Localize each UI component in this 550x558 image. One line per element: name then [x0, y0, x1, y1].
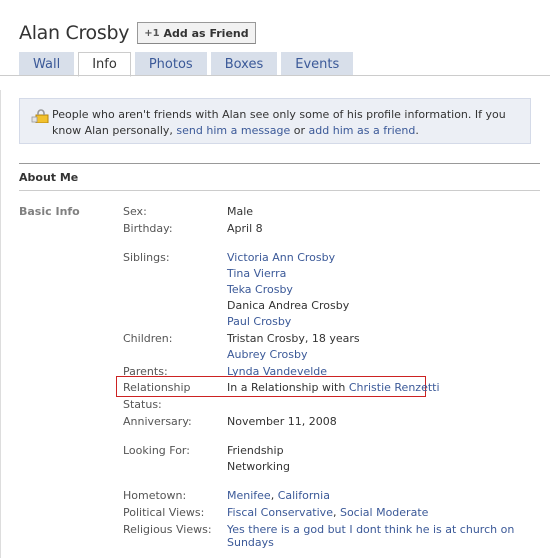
sibling-name: Danica Andrea Crosby: [227, 299, 350, 312]
religious-label: Religious Views:: [123, 523, 212, 536]
sex-value: Male: [227, 205, 254, 218]
tab-boxes[interactable]: Boxes: [210, 52, 278, 75]
sibling-link[interactable]: Teka Crosby: [227, 283, 293, 296]
looking-for-value: Friendship: [227, 444, 284, 457]
political-label: Political Views:: [123, 506, 205, 519]
anniversary-label: Anniversary:: [123, 415, 192, 428]
children-label: Children:: [123, 332, 173, 345]
send-message-link[interactable]: send him a message: [176, 124, 290, 137]
relationship-value: In a Relationship with Christie Renzetti: [227, 381, 440, 394]
hometown-separator: ,: [270, 489, 278, 502]
hometown-state-link[interactable]: California: [278, 489, 330, 502]
basic-info-label: Basic Info: [19, 205, 80, 218]
child-name: Tristan Crosby, 18 years: [227, 332, 360, 345]
political-link[interactable]: Social Moderate: [340, 506, 428, 519]
political-separator: ,: [332, 506, 340, 519]
add-friend-label: Add as Friend: [163, 26, 249, 40]
anniversary-value: November 11, 2008: [227, 415, 337, 428]
partner-link[interactable]: Christie Renzetti: [349, 381, 440, 394]
sex-label: Sex:: [123, 205, 147, 218]
notice-text-part: .: [415, 124, 419, 137]
religious-link[interactable]: Yes there is a god but I dont think he i…: [227, 523, 550, 549]
tab-divider: [0, 75, 550, 76]
sibling-link[interactable]: Tina Vierra: [227, 267, 286, 280]
sibling-link[interactable]: Paul Crosby: [227, 315, 291, 328]
child-link[interactable]: Aubrey Crosby: [227, 348, 307, 361]
lock-icon: [31, 109, 49, 123]
add-friend-link[interactable]: add him as a friend: [309, 124, 416, 137]
notice-text-part: or: [290, 124, 309, 137]
siblings-label: Siblings:: [123, 251, 170, 264]
sibling-link[interactable]: Victoria Ann Crosby: [227, 251, 335, 264]
tab-photos[interactable]: Photos: [134, 52, 207, 75]
notice-text: People who aren't friends with Alan see …: [52, 107, 526, 139]
birthday-value: April 8: [227, 222, 263, 235]
tab-info[interactable]: Info: [78, 52, 131, 77]
hometown-value: Menifee, California: [227, 489, 330, 502]
hometown-label: Hometown:: [123, 489, 187, 502]
section-divider: [19, 190, 540, 191]
add-friend-button[interactable]: +1 Add as Friend: [137, 22, 256, 44]
status-label: Status:: [123, 398, 162, 411]
looking-for-label: Looking For:: [123, 444, 190, 457]
add-friend-icon: +1: [144, 27, 160, 39]
profile-header: Alan Crosby +1 Add as Friend: [19, 20, 256, 46]
tab-wall[interactable]: Wall: [19, 52, 75, 75]
profile-name: Alan Crosby: [19, 22, 130, 44]
tab-events[interactable]: Events: [281, 52, 354, 75]
privacy-notice: People who aren't friends with Alan see …: [19, 98, 531, 144]
profile-tabs: Wall Info Photos Boxes Events: [19, 52, 357, 77]
section-title: About Me: [19, 171, 79, 184]
page-edge: [0, 90, 1, 558]
relationship-text: In a Relationship with: [227, 381, 349, 394]
hometown-city-link[interactable]: Menifee: [227, 489, 271, 502]
birthday-label: Birthday:: [123, 222, 173, 235]
political-link[interactable]: Fiscal Conservative: [227, 506, 333, 519]
relationship-label: Relationship: [123, 381, 191, 394]
looking-for-value: Networking: [227, 460, 290, 473]
political-value: Fiscal Conservative, Social Moderate: [227, 506, 428, 519]
section-divider-top: [19, 163, 540, 164]
